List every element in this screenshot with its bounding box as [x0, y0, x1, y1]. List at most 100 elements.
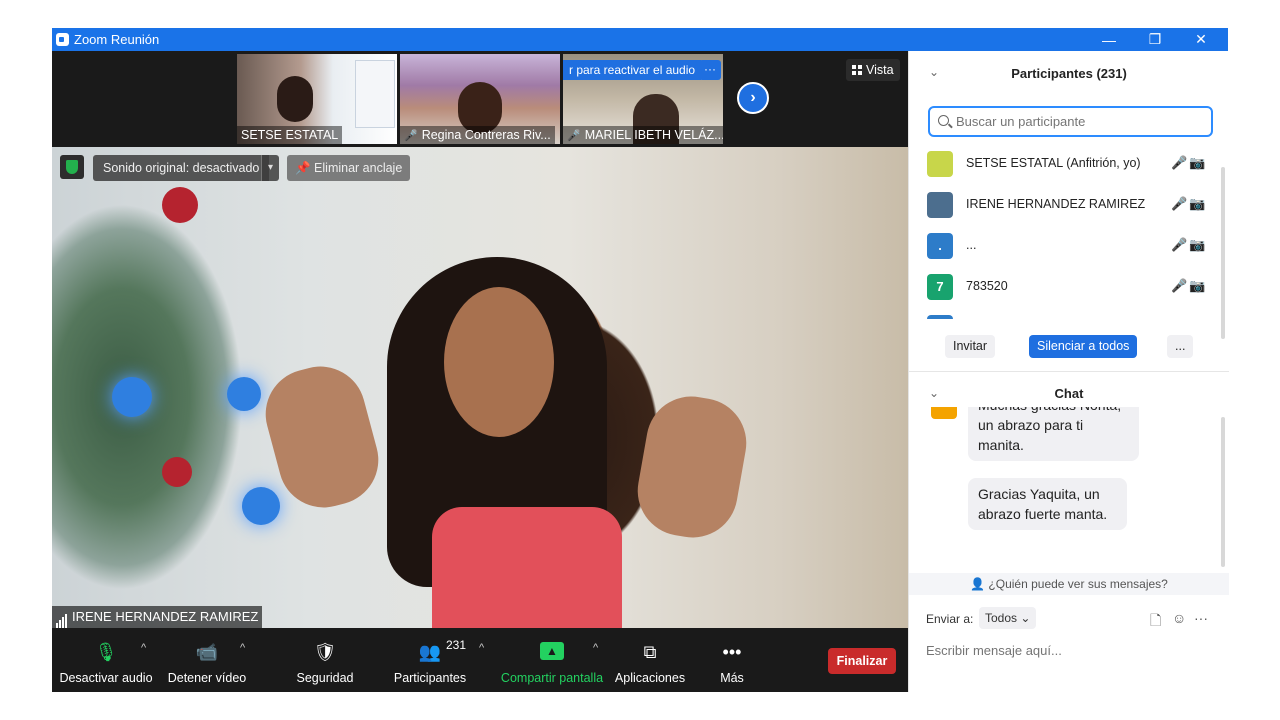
speaker-shirt [432, 507, 622, 628]
share-options-caret[interactable]: ^ [593, 642, 598, 654]
apps-button[interactable]: ⧉ Aplicaciones [612, 628, 688, 692]
camera-icon: 📹 [195, 642, 219, 662]
mic-on-icon: 🎤 [1171, 155, 1188, 170]
apps-icon: ⧉ [643, 642, 657, 662]
participants-button[interactable]: 👥 231 Participantes [390, 628, 470, 692]
participant-list: SETSE ESTATAL (Anfitrión, yo) 🎤 📷 IRENE … [909, 143, 1229, 319]
camera-on-icon: 📷 [1189, 155, 1206, 170]
view-button[interactable]: Vista [846, 59, 900, 81]
participant-search[interactable] [928, 106, 1213, 137]
chat-title: Chat [1054, 386, 1084, 401]
close-button[interactable]: ✕ [1178, 28, 1224, 51]
camera-off-icon: 📷 [1189, 278, 1206, 293]
people-icon: 👤 [970, 577, 989, 591]
zoom-logo-icon [56, 33, 69, 46]
participant-scrollbar[interactable] [1221, 167, 1225, 339]
sender-avatar [931, 407, 957, 419]
participant-thumb[interactable]: 🎤 Regina Contreras Riv... [400, 54, 560, 144]
chat-compose-input[interactable] [926, 641, 1216, 659]
participant-avatar: 7 [927, 274, 953, 300]
thumb-name: 🎤 Regina Contreras Riv... [400, 126, 555, 144]
participant-thumb[interactable]: SETSE ESTATAL [237, 54, 397, 144]
person-silhouette [277, 76, 313, 122]
participant-row[interactable]: . ... 🎤 📷 [909, 225, 1219, 266]
participant-avatar [927, 192, 953, 218]
meeting-toolbar: 🎙 Desactivar audio ^ 📹 Detener vídeo ^ 🛡… [52, 628, 908, 692]
grid-icon [852, 65, 862, 75]
ornament [112, 377, 152, 417]
shield-icon: 🛡 [313, 642, 337, 662]
mic-muted-icon: 🎤 [1171, 237, 1188, 252]
zoom-window: Zoom Reunión — ❐ ✕ SETSE ESTATAL 🎤 Regina… [52, 28, 1229, 692]
file-icon[interactable]: 🗋 [1150, 610, 1161, 634]
gallery-strip: SETSE ESTATAL 🎤 Regina Contreras Riv... r… [52, 51, 908, 147]
send-to-dropdown[interactable]: Todos ⌄ [979, 607, 1037, 629]
thumb-name: 🎤 MARIEL IBETH VELÁZ... [563, 126, 723, 144]
participant-row[interactable] [909, 307, 1219, 319]
chat-more-icon[interactable]: ··· [1194, 610, 1208, 626]
participant-actions: Invitar Silenciar a todos ... [909, 335, 1229, 365]
end-meeting-button[interactable]: Finalizar [828, 648, 896, 674]
mute-all-button[interactable]: Silenciar a todos [1029, 335, 1138, 358]
microphone-icon: 🎙 [94, 642, 118, 662]
window-title: Zoom Reunión [74, 32, 160, 47]
participants-count: 231 [446, 638, 467, 652]
side-panel: ⌄ Participantes (231) SETSE ESTATAL (Anf… [908, 51, 1229, 692]
chat-message: Muchas gracias Norita, un abrazo para ti… [968, 407, 1139, 461]
video-options-caret[interactable]: ^ [240, 642, 245, 654]
title-bar: Zoom Reunión — ❐ ✕ [52, 28, 1228, 51]
pin-icon: 📌 [295, 161, 315, 175]
audio-options-caret[interactable]: ^ [141, 642, 146, 654]
participant-search-input[interactable] [956, 112, 1206, 131]
participant-avatar [927, 315, 953, 319]
emoji-icon[interactable]: ☺ [1172, 610, 1186, 626]
participants-header: ⌄ Participantes (231) [909, 51, 1229, 95]
participants-options-caret[interactable]: ^ [479, 642, 484, 654]
meeting-area: SETSE ESTATAL 🎤 Regina Contreras Riv... r… [52, 51, 908, 692]
share-screen-button[interactable]: ▲ Compartir pantalla [500, 628, 604, 692]
security-shield-icon[interactable] [60, 155, 84, 179]
participant-thumb[interactable]: r para reactivar el audio ··· 🎤 MARIEL IB… [563, 54, 723, 144]
main-video: Sonido original: desactivado ▾ 📌 Elimina… [52, 147, 908, 628]
participants-title: Participantes (231) [1011, 66, 1127, 81]
participant-avatar [927, 151, 953, 177]
participant-row[interactable]: SETSE ESTATAL (Anfitrión, yo) 🎤 📷 [909, 143, 1219, 184]
participant-row[interactable]: 7 783520 🎤 📷 [909, 266, 1219, 307]
mic-muted-icon: 🎤 [1171, 278, 1188, 293]
original-sound-toggle[interactable]: Sonido original: desactivado [93, 155, 270, 181]
stop-video-button[interactable]: 📹 Detener vídeo [162, 628, 252, 692]
original-sound-caret[interactable]: ▾ [261, 155, 279, 181]
thumb-name: SETSE ESTATAL [237, 126, 343, 144]
ornament [162, 187, 198, 223]
minimize-button[interactable]: — [1086, 28, 1132, 51]
unmute-hint-banner[interactable]: r para reactivar el audio [563, 60, 702, 80]
security-button[interactable]: 🛡 Seguridad [287, 628, 363, 692]
speaker-hand [630, 389, 754, 545]
more-button[interactable]: ••• Más [712, 628, 752, 692]
speaker-face [444, 287, 554, 437]
unpin-button[interactable]: 📌 Eliminar anclaje [287, 155, 411, 181]
participants-more-button[interactable]: ... [1167, 335, 1194, 358]
restore-button[interactable]: ❐ [1132, 28, 1178, 51]
invite-button[interactable]: Invitar [945, 335, 996, 358]
share-screen-icon: ▲ [540, 642, 564, 660]
participant-row[interactable]: IRENE HERNANDEZ RAMIREZ 🎤 📷 [909, 184, 1219, 225]
send-to-row: Enviar a: Todos ⌄ 🗋 ☺ ··· [926, 607, 1216, 631]
next-page-button[interactable]: › [737, 82, 769, 114]
chat-scrollbar[interactable] [1221, 417, 1225, 567]
ornament [162, 457, 192, 487]
mic-on-icon: 🎤 [1171, 196, 1188, 211]
thumb-more-button[interactable]: ··· [699, 60, 721, 80]
more-dots-icon: ••• [722, 642, 742, 662]
mic-muted-icon: 🎤 [404, 130, 418, 142]
send-to-label: Enviar a: [926, 612, 974, 626]
camera-off-icon: 📷 [1189, 237, 1206, 252]
chat-message: Gracias Yaquita, un abrazo fuerte manta. [968, 478, 1127, 530]
who-can-see-link[interactable]: 👤 ¿Quién puede ver sus mensajes? [909, 573, 1229, 595]
chat-messages: Muchas gracias Norita, un abrazo para ti… [909, 407, 1229, 573]
ornament [227, 377, 261, 411]
chat-header: ⌄ Chat [909, 379, 1229, 407]
participants-icon: 👥 [418, 642, 442, 662]
mute-audio-button[interactable]: 🎙 Desactivar audio [58, 628, 154, 692]
speaker-name-label: IRENE HERNANDEZ RAMIREZ [52, 606, 263, 628]
